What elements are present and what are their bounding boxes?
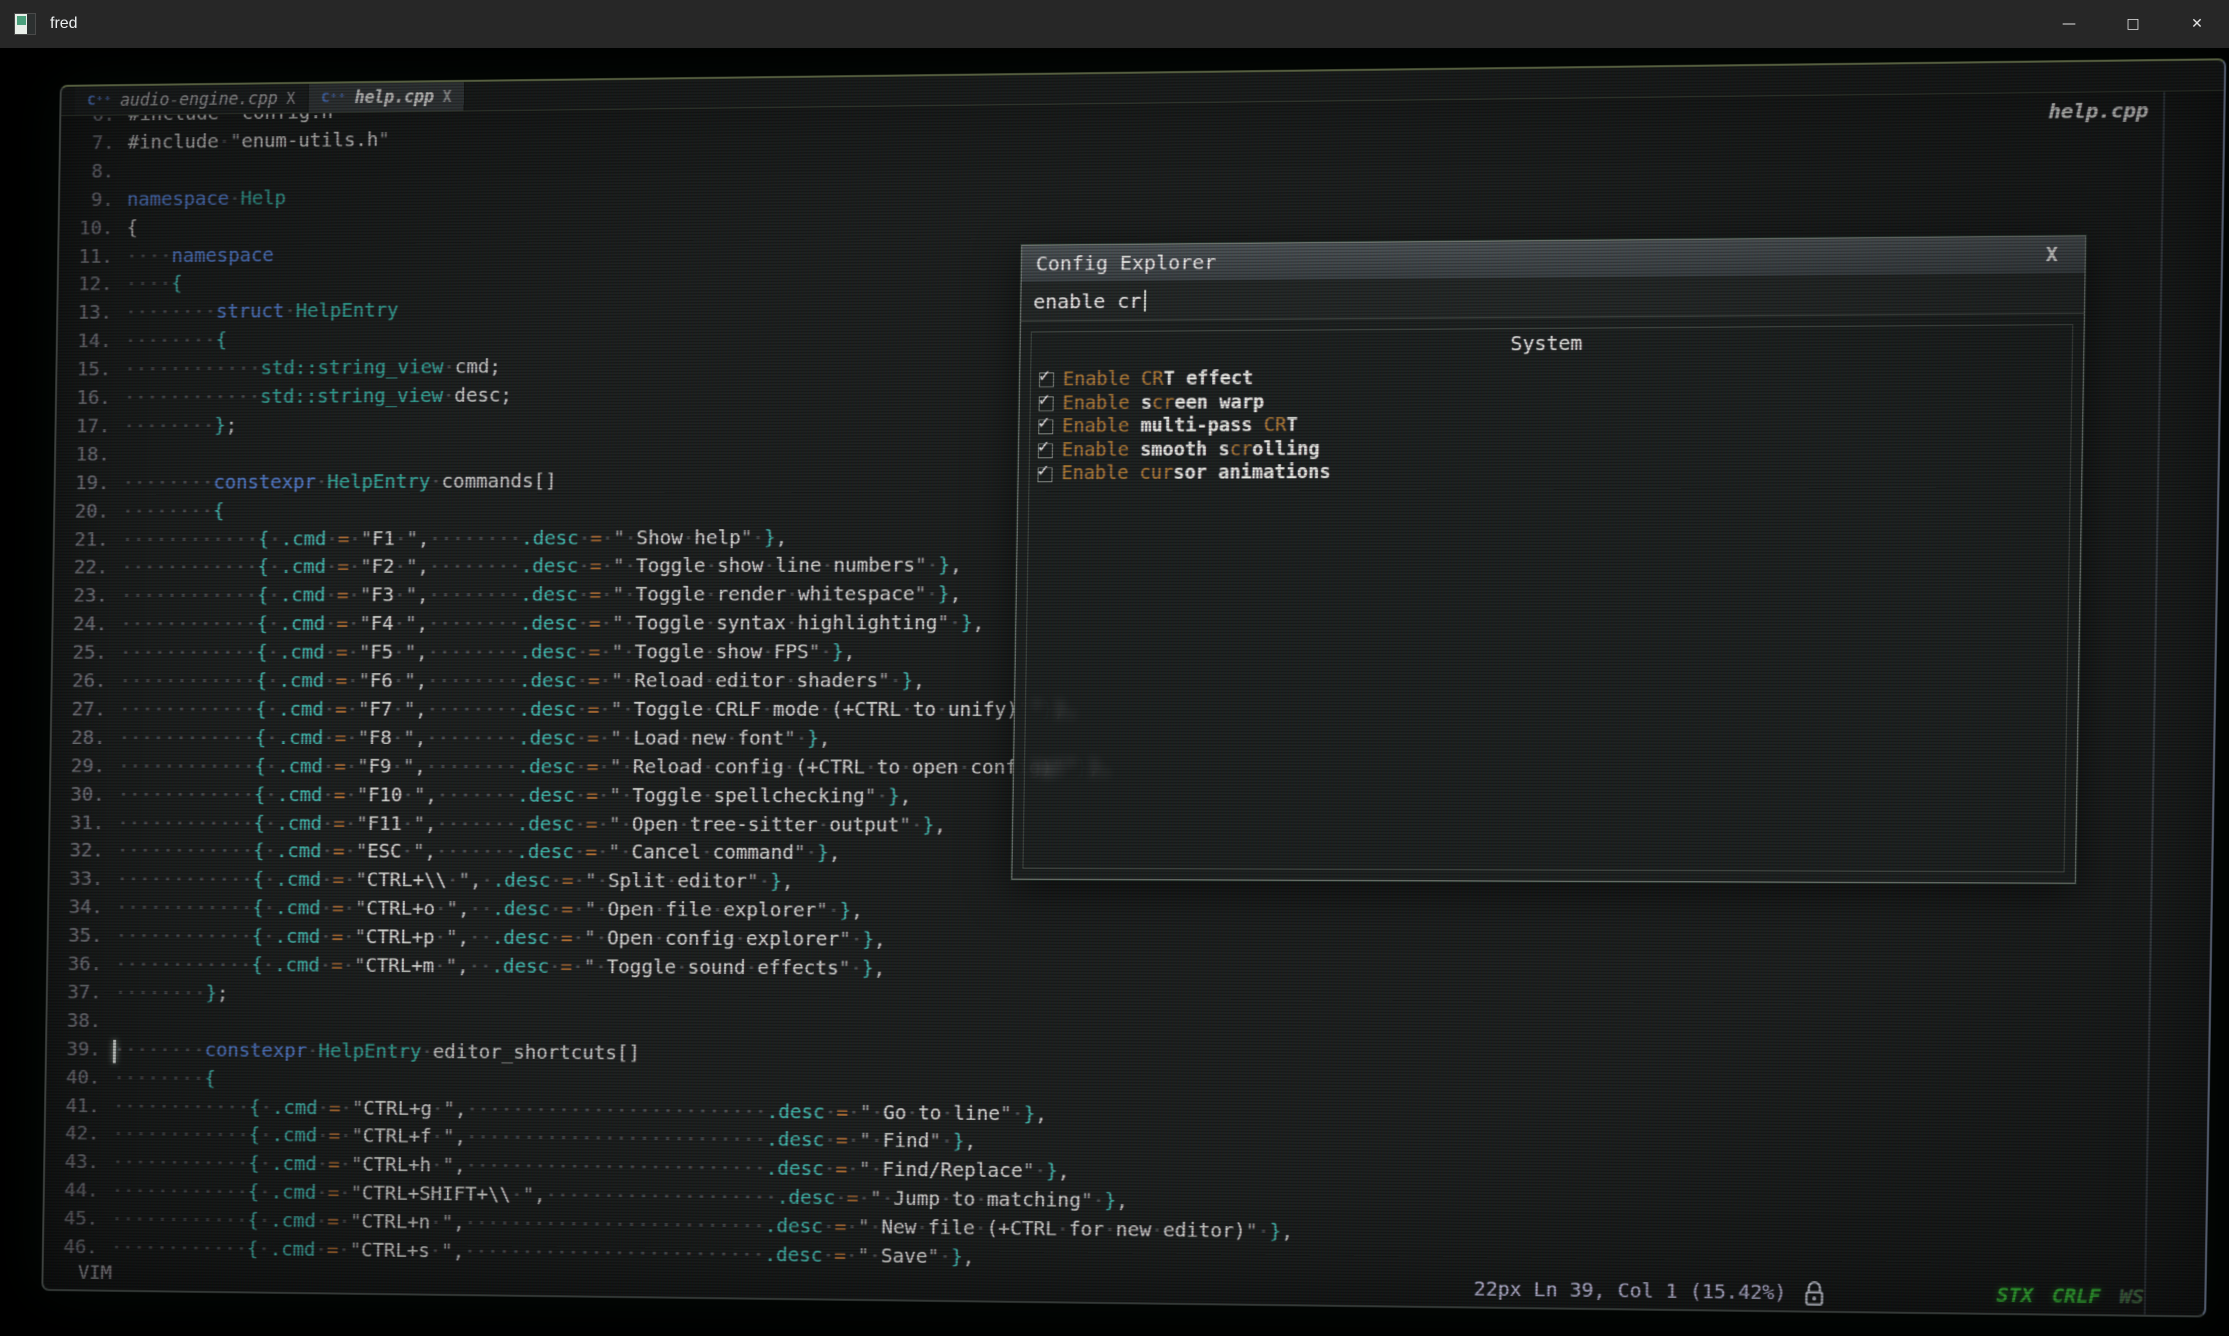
- line-number: 44.: [56, 1179, 98, 1202]
- line-number: 29.: [63, 754, 105, 777]
- option-label-segment: multi-pass: [1140, 414, 1264, 438]
- line-number: 34.: [60, 896, 102, 919]
- popup-title-label: Config Explorer: [1036, 250, 1217, 276]
- minimize-button[interactable]: —: [2037, 0, 2101, 48]
- cursor-position-info: 22px Ln 39, Col 1 (15.42%): [1474, 1277, 1787, 1304]
- window-title: fred: [50, 15, 78, 33]
- line-number: 27.: [63, 698, 105, 721]
- line-number: 38.: [59, 1009, 101, 1032]
- line-number: 22.: [66, 556, 109, 579]
- status-flags: STX CRLF WS: [1996, 1283, 2144, 1308]
- option-label-segment: Enable: [1062, 391, 1141, 415]
- option-label-segment: Enable CR: [1063, 368, 1164, 392]
- line-number: 30.: [62, 783, 104, 806]
- cpp-file-icon: C⁺⁺: [87, 93, 111, 109]
- line-number: 24.: [65, 613, 107, 636]
- option-label-segment: Enable: [1062, 415, 1141, 439]
- option-label-segment: smooth s: [1140, 438, 1230, 462]
- line-number: 20.: [67, 499, 110, 522]
- tab-close-button[interactable]: X: [443, 87, 452, 105]
- line-number: 41.: [57, 1094, 99, 1117]
- line-number: 46.: [55, 1235, 97, 1258]
- line-number: 14.: [69, 329, 112, 352]
- option-label-segment: sor animations: [1173, 461, 1331, 485]
- line-number: 31.: [62, 811, 104, 834]
- checkbox-checked-icon[interactable]: ✓: [1038, 443, 1053, 458]
- line-number: 18.: [67, 443, 110, 466]
- option-label-segment: T effect: [1163, 367, 1253, 391]
- os-titlebar: fred —□✕: [0, 0, 2229, 48]
- option-label-segment: T: [1286, 414, 1298, 438]
- maximize-button[interactable]: □: [2101, 0, 2165, 48]
- line-number: 25.: [64, 641, 106, 664]
- cpp-file-icon: C⁺⁺: [321, 90, 346, 106]
- tab-close-button[interactable]: X: [286, 89, 295, 107]
- line-number: 26.: [64, 669, 106, 692]
- line-number: 15.: [69, 358, 112, 381]
- option-label-segment: olling: [1252, 438, 1320, 462]
- crt-screen: C⁺⁺ audio-engine.cpp X C⁺⁺ help.cpp X help.cp…: [41, 58, 2226, 1317]
- line-number: 40.: [58, 1065, 100, 1088]
- option-label-segment: cr: [1152, 391, 1175, 415]
- tab-help.cpp[interactable]: C⁺⁺ help.cpp X: [309, 82, 466, 112]
- line-number: 43.: [57, 1150, 99, 1173]
- checkbox-checked-icon[interactable]: ✓: [1039, 396, 1054, 411]
- status-flag-stx: STX: [1996, 1283, 2033, 1307]
- option-label-segment: Enable cur: [1061, 462, 1173, 486]
- background-code-ghost: ig)" },: [1030, 755, 1113, 778]
- line-number: 39.: [58, 1037, 100, 1060]
- line-number: 45.: [56, 1207, 98, 1230]
- line-number: 16.: [68, 386, 111, 409]
- popup-body: System ✓Enable CRT effect✓Enable screen …: [1022, 324, 2073, 872]
- window-controls: —□✕: [2037, 0, 2229, 48]
- line-number: 19.: [67, 471, 110, 494]
- line-number: 21.: [66, 528, 109, 551]
- line-number: 35.: [60, 924, 102, 947]
- line-number: 10.: [71, 216, 114, 239]
- option-label-segment: s: [1141, 391, 1153, 415]
- tab-label: audio-engine.cpp: [120, 89, 278, 111]
- checkbox-checked-icon[interactable]: ✓: [1039, 373, 1054, 388]
- line-number: 7.: [72, 131, 115, 154]
- line-number: 12.: [70, 273, 113, 296]
- checkbox-checked-icon[interactable]: ✓: [1037, 467, 1052, 482]
- option-label-segment: Enable: [1062, 439, 1141, 463]
- option-label-segment: cr: [1230, 438, 1253, 462]
- config-option-row[interactable]: ✓ Enable cursor animations: [1037, 458, 2070, 486]
- line-number: 37.: [59, 981, 101, 1004]
- background-code-ghost: " },: [1031, 697, 1078, 720]
- text-caret: [1144, 289, 1146, 311]
- line-number: 32.: [61, 839, 103, 862]
- vim-mode-indicator: VIM: [78, 1261, 112, 1284]
- line-number: 11.: [70, 245, 113, 268]
- line-number: 9.: [71, 188, 114, 211]
- app-icon: [14, 13, 36, 35]
- close-button[interactable]: ✕: [2165, 0, 2229, 48]
- text-cursor: [113, 1040, 116, 1064]
- status-flag-crlf: CRLF: [2052, 1284, 2101, 1308]
- option-label-segment: een warp: [1174, 391, 1264, 415]
- tab-audio-engine.cpp[interactable]: C⁺⁺ audio-engine.cpp X: [75, 84, 309, 115]
- line-number: 36.: [60, 952, 102, 975]
- config-search-value: enable cr: [1033, 280, 1142, 321]
- checkbox-checked-icon[interactable]: ✓: [1038, 420, 1053, 435]
- line-number: 17.: [68, 414, 111, 437]
- line-number: 42.: [57, 1122, 99, 1145]
- status-flag-ws: WS: [2119, 1285, 2144, 1309]
- tab-label: help.cpp: [354, 87, 434, 108]
- section-header-system: System: [1031, 327, 2072, 360]
- config-explorer-popup: Config Explorer X enable cr System ✓ Enab…: [1011, 235, 2086, 883]
- line-number: 23.: [65, 584, 108, 607]
- lock-icon: [1803, 1280, 1826, 1307]
- popup-close-button[interactable]: X: [2046, 237, 2058, 274]
- line-number: 28.: [63, 726, 105, 749]
- active-filename-overlay: help.cpp: [2048, 98, 2148, 124]
- config-options-list: ✓Enable CRT effect✓Enable screen warp✓En…: [1029, 362, 2071, 486]
- status-right-group: 22px Ln 39, Col 1 (15.42%) STX CRLF WS: [1474, 1276, 2145, 1310]
- line-number: 13.: [70, 301, 113, 324]
- line-number: 33.: [61, 867, 103, 890]
- line-number: 8.: [72, 160, 115, 183]
- option-label-segment: CR: [1264, 414, 1287, 438]
